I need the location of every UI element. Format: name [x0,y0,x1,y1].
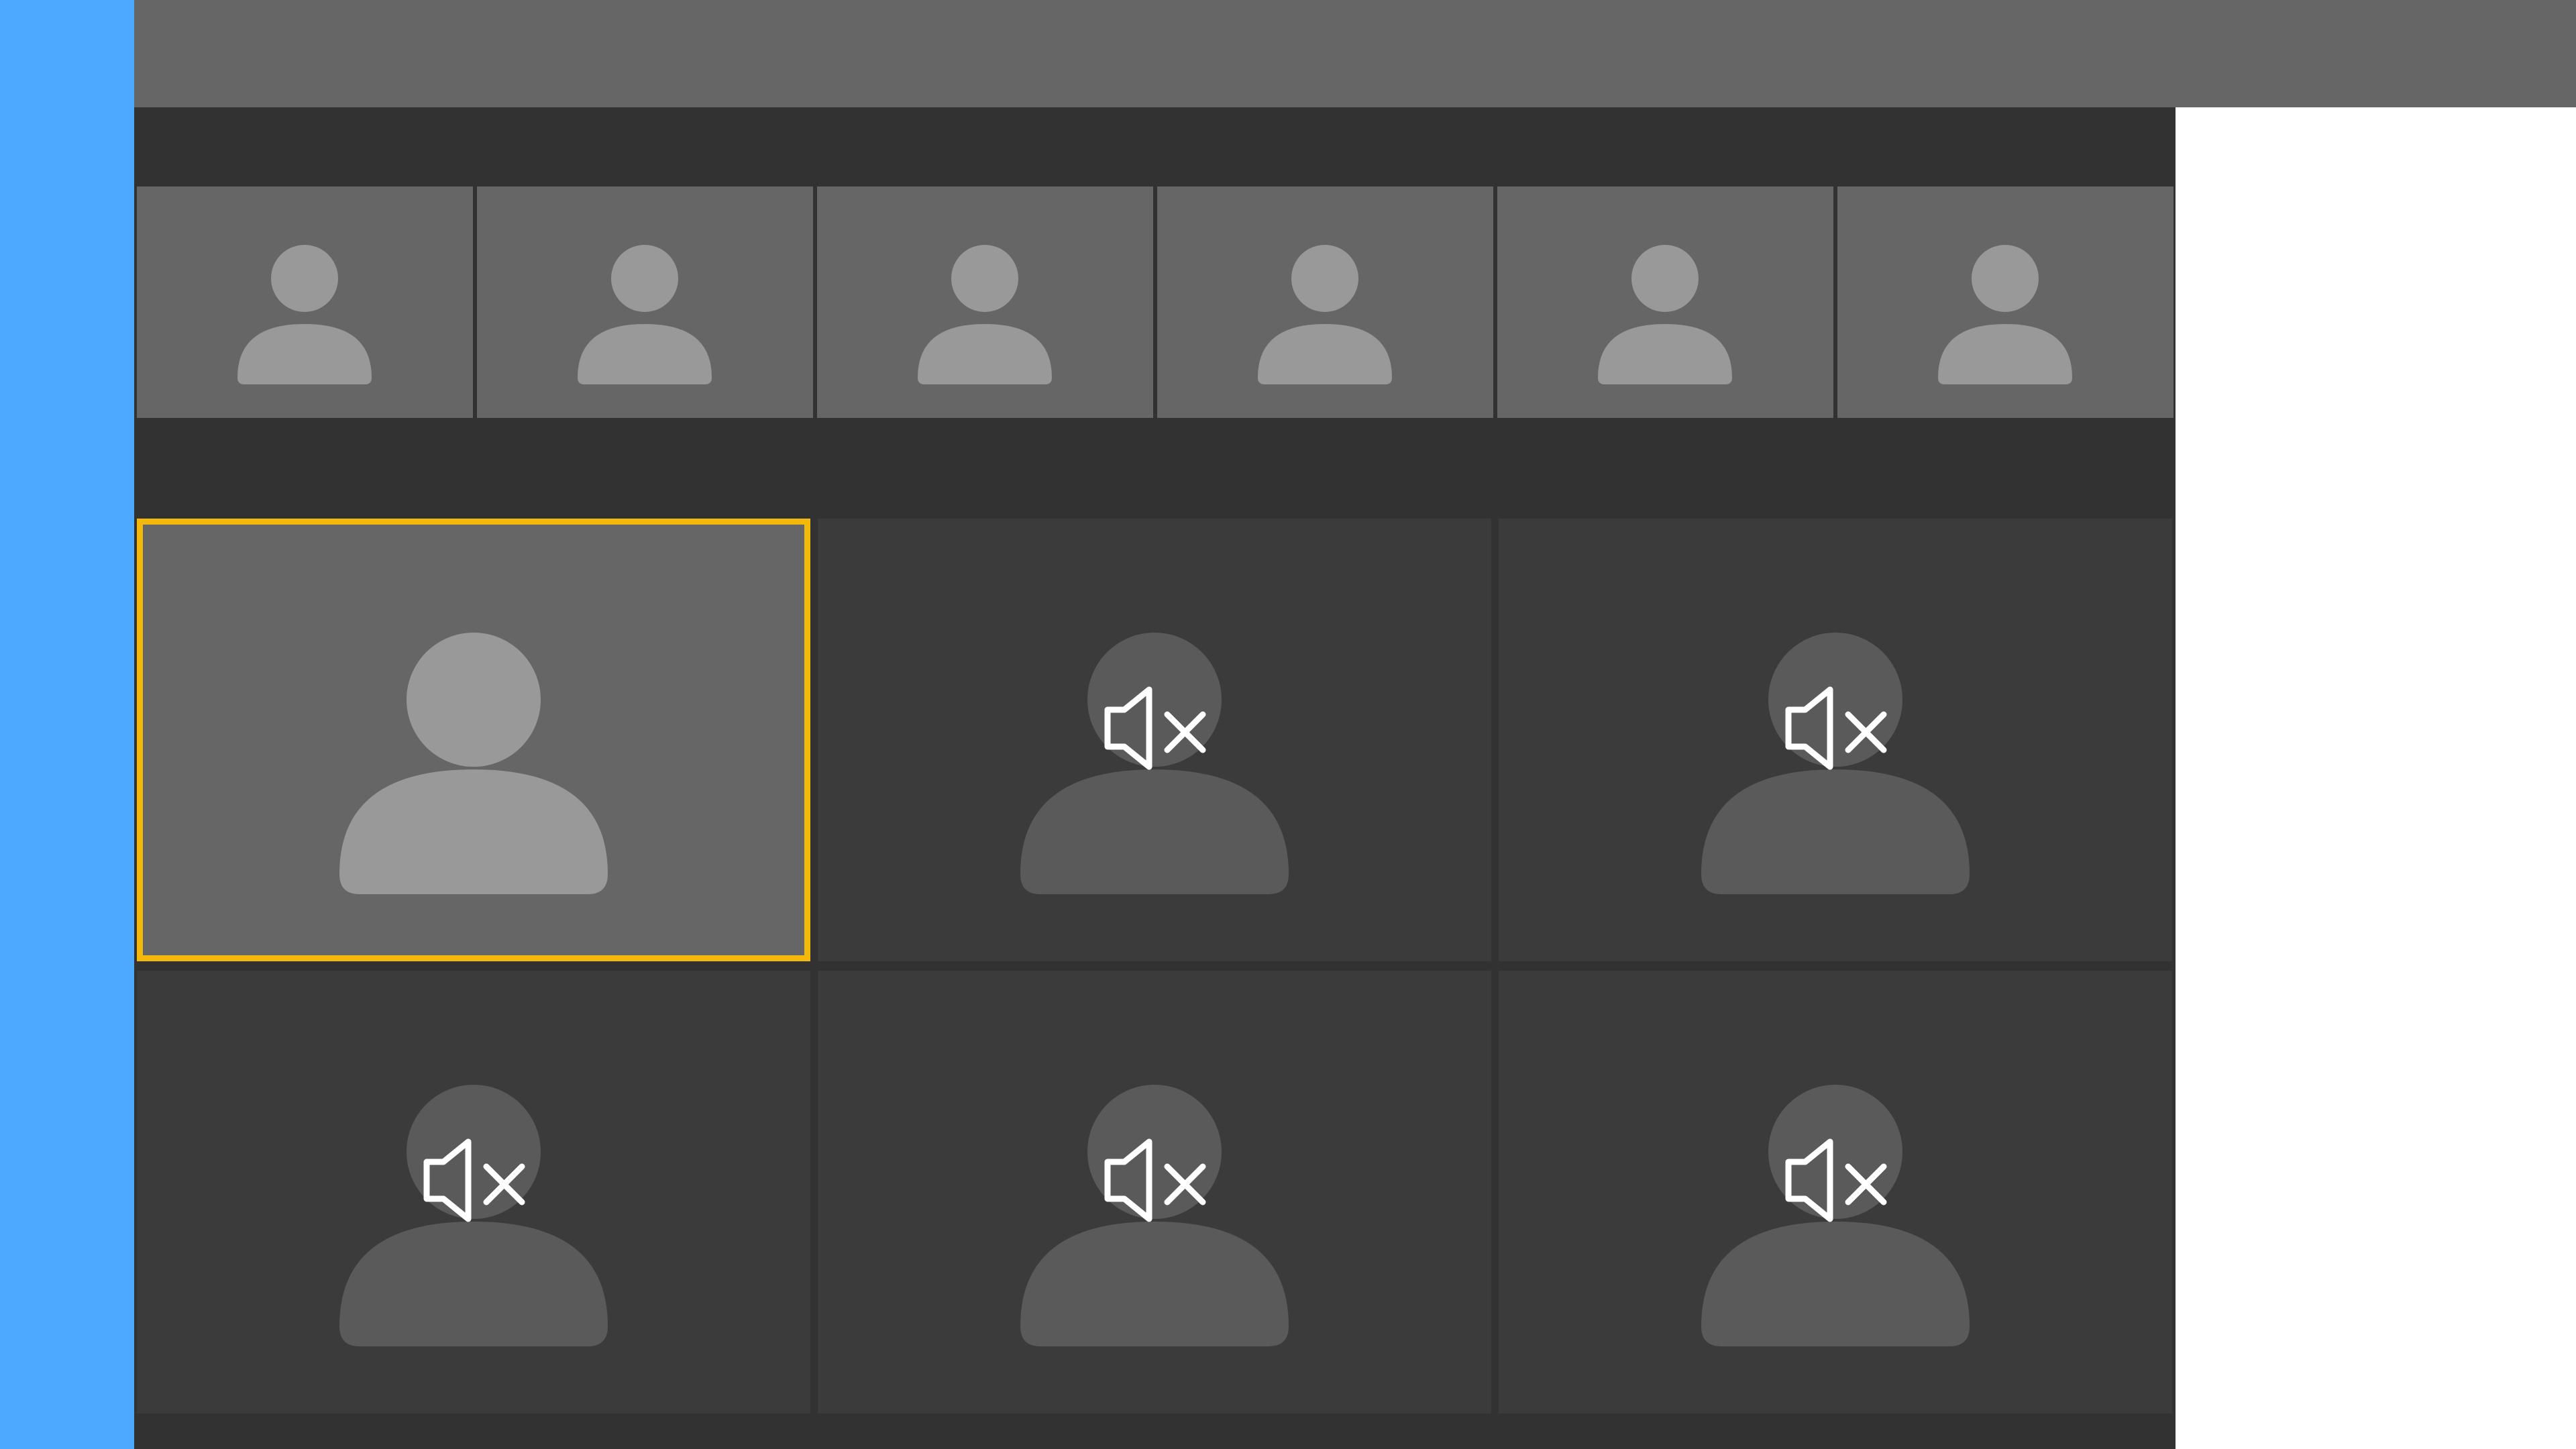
participant-grid [134,519,2176,1417]
participant-thumbnail[interactable] [477,186,813,418]
person-avatar-icon [578,245,712,384]
person-avatar-icon [1598,245,1732,384]
person-avatar-icon [918,245,1052,384]
participant-filmstrip [134,186,2176,529]
participant-tile[interactable] [1499,519,2172,961]
person-avatar-icon [1020,1085,1289,1346]
person-avatar-icon [1020,633,1289,894]
participant-tile[interactable] [137,971,810,1413]
participant-tile[interactable] [1499,971,2172,1413]
active-speaker-tile[interactable] [137,519,810,961]
participant-thumbnail[interactable] [1837,186,2174,418]
participant-tile[interactable] [818,519,1491,961]
person-avatar-icon [237,245,372,384]
participant-tile[interactable] [818,971,1491,1413]
right-blank-area [2176,107,2576,1449]
participant-thumbnail[interactable] [137,186,473,418]
person-avatar-icon [339,1085,608,1346]
participant-thumbnail[interactable] [1157,186,1493,418]
person-avatar-icon [1938,245,2072,384]
person-avatar-icon [1701,633,1970,894]
bottom-bar [134,1422,2176,1449]
participant-thumbnail[interactable] [1497,186,1833,418]
person-avatar-icon [1258,245,1392,384]
participant-thumbnail[interactable] [817,186,1153,418]
person-avatar-icon [1701,1085,1970,1346]
person-avatar-icon [339,633,608,894]
meeting-stage [134,107,2176,1449]
top-toolbar [134,0,2576,107]
side-panel [0,0,134,1449]
